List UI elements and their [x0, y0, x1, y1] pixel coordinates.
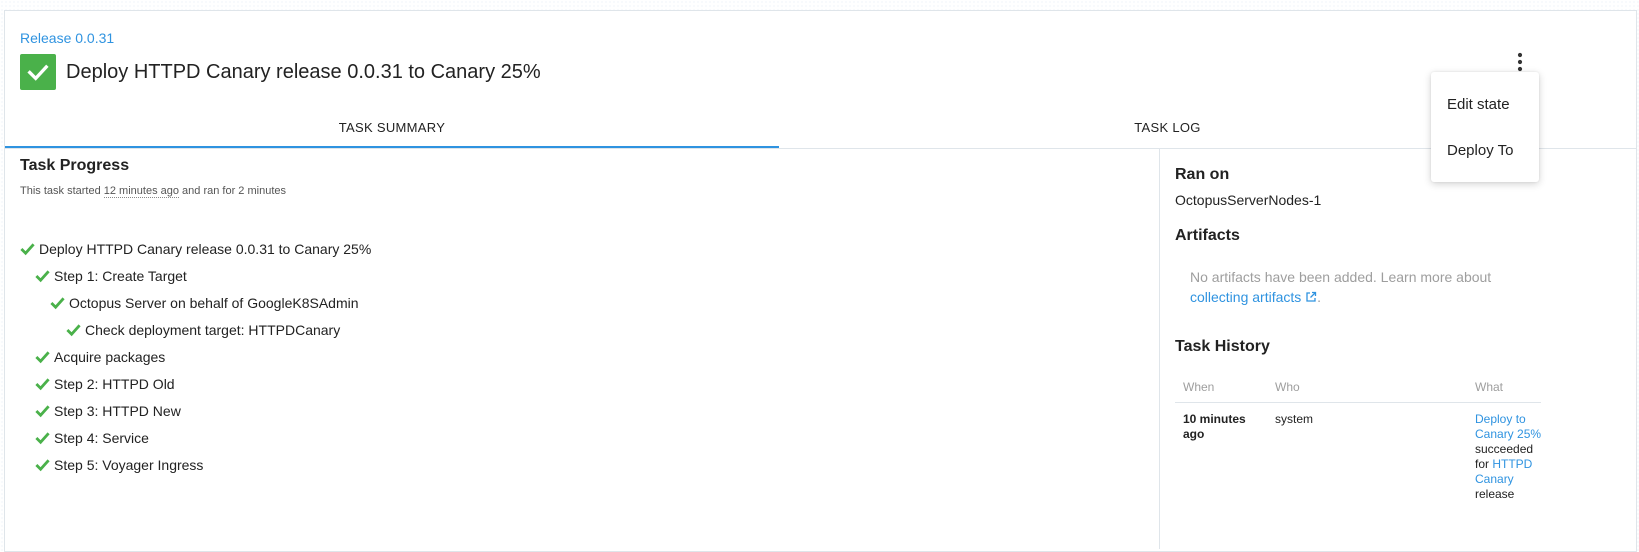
- task-progress-heading: Task Progress: [20, 157, 130, 174]
- artifacts-note-end: .: [1317, 289, 1322, 305]
- check-icon: [35, 405, 50, 418]
- page-title: Deploy HTTPD Canary release 0.0.31 to Ca…: [66, 60, 541, 83]
- tree-item[interactable]: Octopus Server on behalf of GoogleK8SAdm…: [20, 289, 371, 316]
- task-started-text: This task started 12 minutes ago and ran…: [20, 185, 286, 198]
- history-what: Deploy to Canary 25% succeeded for HTTPD…: [1475, 412, 1545, 502]
- menu-item-deploy-to[interactable]: Deploy To: [1447, 142, 1513, 159]
- ran-on-heading: Ran on: [1175, 166, 1230, 183]
- check-icon: [66, 324, 81, 337]
- task-history-heading: Task History: [1175, 338, 1270, 355]
- artifacts-empty-note: No artifacts have been added. Learn more…: [1190, 267, 1510, 307]
- external-link-icon: [1306, 291, 1317, 302]
- task-card: Release 0.0.31 Deploy HTTPD Canary relea…: [4, 10, 1637, 552]
- check-icon: [35, 378, 50, 391]
- check-icon: [35, 459, 50, 472]
- tree-item[interactable]: Check deployment target: HTTPDCanary: [20, 316, 371, 343]
- tree-item-label: Step 2: HTTPD Old: [54, 375, 175, 392]
- table-header-row: When Who What: [1175, 369, 1541, 403]
- history-who: system: [1275, 412, 1314, 426]
- artifacts-note-text: No artifacts have been added. Learn more…: [1190, 269, 1492, 285]
- tree-item-label: Step 5: Voyager Ingress: [54, 456, 204, 473]
- overflow-menu-popup: Edit state Deploy To: [1431, 72, 1539, 182]
- column-header-when: When: [1183, 380, 1215, 394]
- tree-item-label: Step 3: HTTPD New: [54, 402, 181, 419]
- task-step-tree: Deploy HTTPD Canary release 0.0.31 to Ca…: [20, 235, 371, 478]
- tree-item-label: Octopus Server on behalf of GoogleK8SAdm…: [69, 294, 359, 311]
- tab-bar: TASK SUMMARY TASK LOG: [5, 108, 1636, 149]
- check-icon: [35, 270, 50, 283]
- tree-item[interactable]: Step 2: HTTPD Old: [20, 370, 371, 397]
- tree-item[interactable]: Step 4: Service: [20, 424, 371, 451]
- active-tab-indicator: [5, 146, 779, 148]
- column-header-who: Who: [1275, 380, 1300, 394]
- menu-item-edit-state[interactable]: Edit state: [1447, 96, 1510, 113]
- tree-item-label: Step 1: Create Target: [54, 267, 187, 284]
- collecting-artifacts-link[interactable]: collecting artifacts: [1190, 289, 1317, 305]
- started-suffix: and ran for 2 minutes: [178, 185, 286, 197]
- release-link[interactable]: Release 0.0.31: [20, 30, 114, 46]
- tree-item[interactable]: Step 5: Voyager Ingress: [20, 451, 371, 478]
- column-header-what: What: [1475, 380, 1504, 394]
- success-status-icon: [20, 54, 56, 90]
- tree-item[interactable]: Step 1: Create Target: [20, 262, 371, 289]
- check-icon: [50, 297, 65, 310]
- ran-on-value: OctopusServerNodes-1: [1175, 192, 1322, 208]
- check-icon: [20, 243, 35, 256]
- check-icon: [35, 351, 50, 364]
- table-row: 10 minutes ago system Deploy to Canary 2…: [1175, 403, 1541, 543]
- deploy-to-canary-link[interactable]: Deploy to Canary 25%: [1475, 412, 1541, 441]
- tree-item-label: Acquire packages: [54, 348, 166, 365]
- tree-item-label: Step 4: Service: [54, 429, 149, 446]
- task-details-sidebar: Ran on OctopusServerNodes-1 Artifacts No…: [1160, 149, 1636, 549]
- history-when: 10 minutes ago: [1183, 412, 1246, 441]
- started-prefix: This task started: [20, 185, 104, 197]
- tab-task-summary[interactable]: TASK SUMMARY: [5, 108, 779, 148]
- task-title-row: Deploy HTTPD Canary release 0.0.31 to Ca…: [20, 54, 541, 90]
- tree-item[interactable]: Acquire packages: [20, 343, 371, 370]
- tree-item-label: Check deployment target: HTTPDCanary: [85, 321, 341, 338]
- tree-item[interactable]: Step 3: HTTPD New: [20, 397, 371, 424]
- started-ago: 12 minutes ago: [103, 185, 179, 198]
- tree-item[interactable]: Deploy HTTPD Canary release 0.0.31 to Ca…: [20, 235, 371, 262]
- artifacts-heading: Artifacts: [1175, 227, 1240, 244]
- more-vert-icon: [1517, 52, 1523, 72]
- collecting-artifacts-label: collecting artifacts: [1190, 289, 1302, 305]
- task-progress-panel: Task Progress This task started 12 minut…: [5, 149, 1160, 549]
- tree-item-label: Deploy HTTPD Canary release 0.0.31 to Ca…: [39, 240, 372, 257]
- task-history-table: When Who What 10 minutes ago system Depl…: [1175, 369, 1541, 543]
- check-icon: [35, 432, 50, 445]
- history-what-tail: release: [1475, 487, 1515, 501]
